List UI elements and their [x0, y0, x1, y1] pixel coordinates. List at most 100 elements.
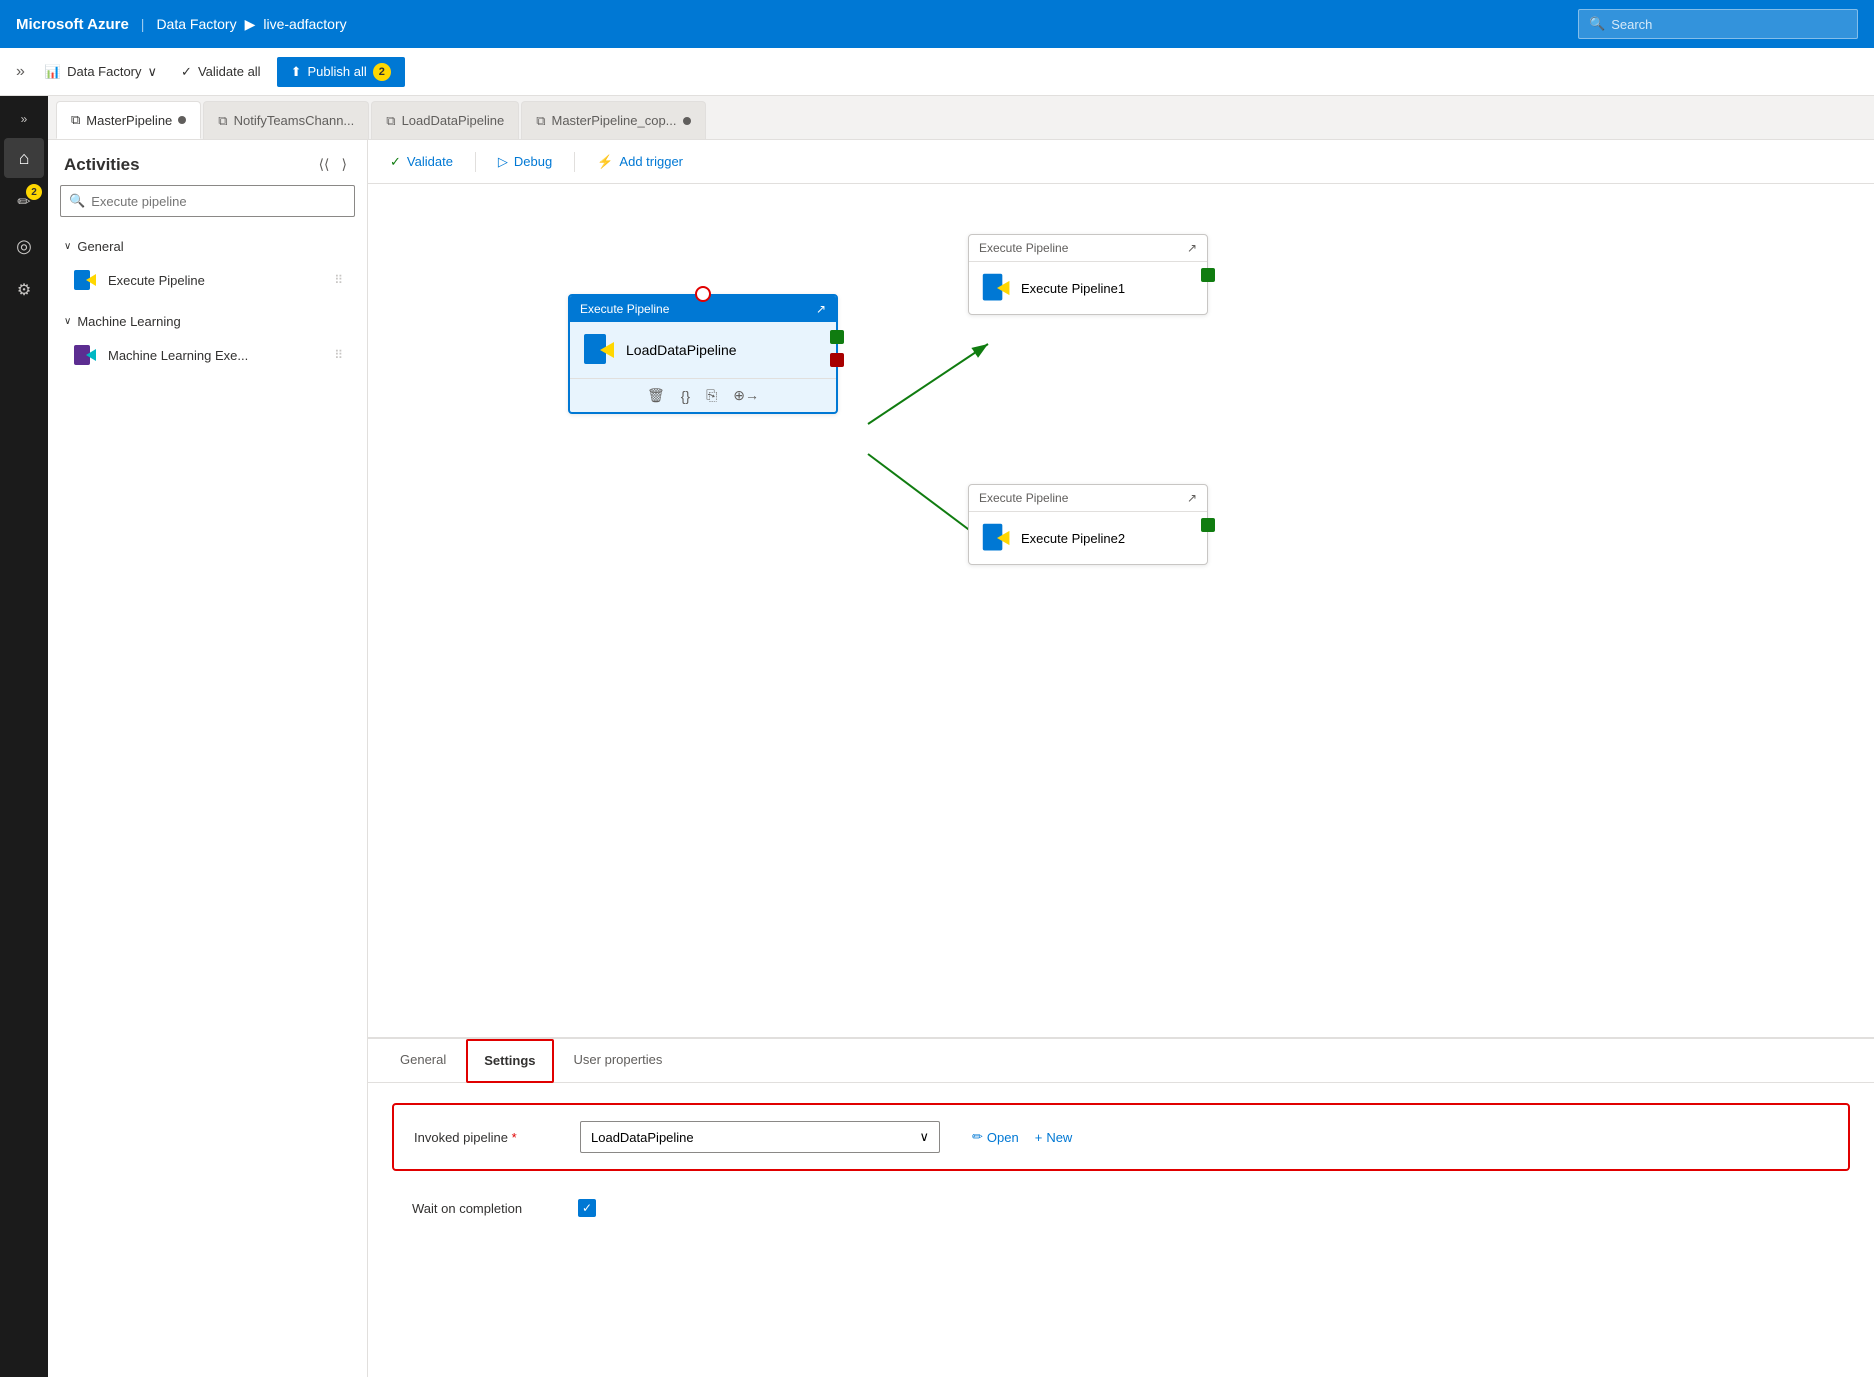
data-factory-item[interactable]: 📊 Data Factory ∨	[37, 60, 165, 84]
node-delete-button[interactable]: 🗑	[643, 385, 669, 406]
activities-title: Activities	[64, 155, 140, 175]
tab-notify-teams[interactable]: ⧉ NotifyTeamsChann...	[203, 101, 369, 139]
ml-chevron-icon: ∨	[64, 316, 71, 327]
activities-header: Activities ⟨⟨ ⟩	[48, 140, 367, 185]
activity-search-box[interactable]: 🔍	[60, 185, 355, 217]
pipeline-canvas[interactable]: Execute Pipeline ↗ LoadDataPipeline 🗑	[368, 184, 1874, 1037]
activities-panel: Activities ⟨⟨ ⟩ 🔍 ∨ General	[48, 140, 368, 1377]
node-execute-icon	[582, 332, 618, 368]
node-2-connector-success	[1201, 518, 1215, 532]
open-external-icon[interactable]: ↗	[816, 302, 826, 316]
execute-pipeline-node-1[interactable]: Execute Pipeline ↗ Execute Pipeline1	[968, 234, 1208, 315]
nav-manage-icon[interactable]: ⚙	[4, 270, 44, 310]
execute-pipeline-node-2[interactable]: Execute Pipeline ↗ Execute Pipeline2	[968, 484, 1208, 565]
nav-monitor-icon[interactable]: ◎	[4, 226, 44, 266]
left-nav: » ⌂ ✏ 2 ◎ ⚙	[0, 96, 48, 1377]
node-1-title: Execute Pipeline	[979, 241, 1068, 255]
general-section: ∨ General Execute Pipeline ⠿	[48, 229, 367, 304]
invoked-pipeline-dropdown[interactable]: LoadDataPipeline ∨	[580, 1121, 940, 1153]
nav-edit-icon[interactable]: ✏ 2	[4, 182, 44, 222]
node-1-content: Execute Pipeline1	[969, 262, 1207, 314]
search-box[interactable]: 🔍 Search	[1578, 9, 1858, 39]
notify-tab-icon: ⧉	[218, 113, 227, 129]
canvas-toolbar: ✓ Validate ▷ Debug ⚡ Add trigger	[368, 140, 1874, 184]
breadcrumb-factory[interactable]: Data Factory	[156, 16, 236, 32]
nav-expand-button[interactable]: »	[13, 104, 36, 134]
activities-collapse-button[interactable]: ⟨⟨	[315, 154, 334, 175]
general-chevron-icon: ∨	[64, 241, 71, 252]
debug-button[interactable]: ▷ Debug	[492, 150, 558, 174]
data-factory-label: Data Factory	[67, 64, 141, 79]
breadcrumb-instance[interactable]: live-adfactory	[263, 16, 346, 32]
wait-completion-row: Wait on completion ✓	[392, 1187, 1850, 1229]
validate-btn-label: Validate	[407, 154, 453, 169]
ml-execute-icon	[72, 341, 100, 369]
node-connect-button[interactable]: ⊕→	[729, 385, 763, 406]
user-props-bottom-tab[interactable]: User properties	[558, 1039, 679, 1083]
publish-label: Publish all	[307, 64, 366, 79]
add-trigger-button[interactable]: ⚡ Add trigger	[591, 150, 689, 174]
activity-search-icon: 🔍	[69, 193, 85, 209]
validate-icon: ✓	[181, 64, 192, 80]
activities-close-button[interactable]: ⟩	[338, 154, 351, 175]
tab-load-label: LoadDataPipeline	[402, 113, 505, 128]
tab-master-pipeline[interactable]: ⧉ MasterPipeline	[56, 101, 201, 139]
edit-badge: 2	[26, 184, 42, 200]
node-connector-top	[695, 286, 711, 302]
node-content-main: LoadDataPipeline	[570, 322, 836, 378]
new-plus-icon: +	[1035, 1130, 1043, 1145]
validate-button[interactable]: ✓ Validate	[384, 150, 459, 174]
topbar-sep: |	[141, 16, 145, 32]
pipeline-wrapper: Activities ⟨⟨ ⟩ 🔍 ∨ General	[48, 140, 1874, 1377]
new-pipeline-button[interactable]: + New	[1035, 1130, 1073, 1145]
user-props-tab-label: User properties	[574, 1052, 663, 1067]
bottom-settings-content: Invoked pipeline * LoadDataPipeline ∨ ✏	[368, 1083, 1874, 1249]
required-marker: *	[512, 1130, 517, 1145]
invoked-pipeline-row: Invoked pipeline * LoadDataPipeline ∨ ✏	[392, 1103, 1850, 1171]
validate-label: Validate all	[198, 64, 261, 79]
settings-bottom-tab[interactable]: Settings	[466, 1039, 553, 1083]
node-params-button[interactable]: {}	[677, 386, 694, 406]
node-1-header: Execute Pipeline ↗	[969, 235, 1207, 262]
general-bottom-tab[interactable]: General	[384, 1039, 462, 1083]
validate-all-button[interactable]: ✓ Validate all	[173, 60, 269, 84]
publish-all-button[interactable]: ⬆ Publish all 2	[277, 57, 405, 87]
tab-copy-label: MasterPipeline_cop...	[552, 113, 677, 128]
ml-section-header[interactable]: ∨ Machine Learning	[60, 308, 355, 335]
settings-tab-label: Settings	[484, 1053, 535, 1068]
node-1-execute-icon	[981, 272, 1013, 304]
node-2-external-icon[interactable]: ↗	[1187, 491, 1197, 505]
bottom-tabs-bar: General Settings User properties	[368, 1039, 1874, 1083]
open-pipeline-button[interactable]: ✏ Open	[972, 1129, 1019, 1145]
tab-notify-label: NotifyTeamsChann...	[234, 113, 355, 128]
node-2-execute-icon	[981, 522, 1013, 554]
node-copy-button[interactable]: ⎘	[702, 385, 721, 406]
node-connector-success	[830, 330, 844, 344]
execute-pipeline-item[interactable]: Execute Pipeline ⠿	[60, 260, 355, 300]
toolbar-separator-2	[574, 152, 575, 172]
node-1-connector-success	[1201, 268, 1215, 282]
search-icon: 🔍	[1589, 16, 1605, 32]
activity-search-input[interactable]	[91, 194, 346, 209]
tab-copy-dirty-dot	[683, 117, 691, 125]
node-1-external-icon[interactable]: ↗	[1187, 241, 1197, 255]
checkmark-icon: ✓	[582, 1201, 592, 1215]
new-btn-label: New	[1046, 1130, 1072, 1145]
tab-dirty-dot	[178, 116, 186, 124]
ml-drag-handle-icon: ⠿	[334, 348, 343, 362]
expand-nav-button[interactable]: »	[12, 59, 29, 85]
tab-master-pipeline-label: MasterPipeline	[86, 113, 172, 128]
wait-checkbox[interactable]: ✓	[578, 1199, 596, 1217]
tab-load-data[interactable]: ⧉ LoadDataPipeline	[371, 101, 519, 139]
general-section-header[interactable]: ∨ General	[60, 233, 355, 260]
execute-pipeline-main-node[interactable]: Execute Pipeline ↗ LoadDataPipeline 🗑	[568, 294, 838, 414]
node-connector-fail	[830, 353, 844, 367]
pipeline-actions: ✏ Open + New	[972, 1129, 1072, 1145]
nav-home-icon[interactable]: ⌂	[4, 138, 44, 178]
invoked-pipeline-label: Invoked pipeline *	[414, 1130, 564, 1145]
data-factory-icon: 📊	[45, 64, 61, 80]
tab-master-copy[interactable]: ⧉ MasterPipeline_cop...	[521, 101, 705, 139]
open-pencil-icon: ✏	[972, 1129, 983, 1145]
ml-execute-item[interactable]: Machine Learning Exe... ⠿	[60, 335, 355, 375]
node-1-name: Execute Pipeline1	[1021, 281, 1125, 296]
